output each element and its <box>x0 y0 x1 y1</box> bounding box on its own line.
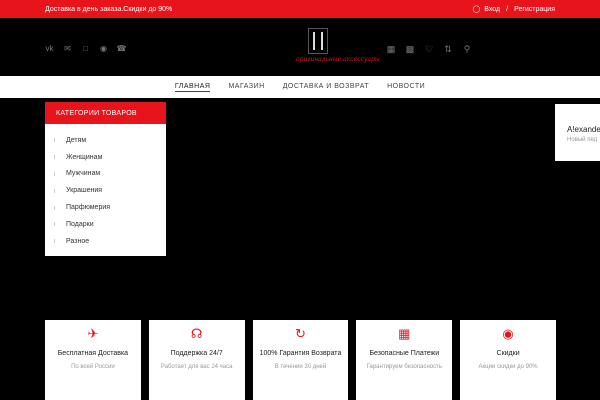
category-bullet-icon <box>54 188 58 193</box>
category-label: Детям <box>66 136 87 144</box>
feature-subtitle: Гарантируем безопасность <box>366 364 442 370</box>
category-label: Парфюмерия <box>66 204 111 212</box>
category-item[interactable]: Разное <box>45 233 166 250</box>
category-item[interactable]: Женщинам <box>45 149 166 166</box>
feature-title: 100% Гарантия Возврата <box>259 350 342 357</box>
feature-title: Безопасные Платежи <box>369 350 440 357</box>
mail-icon[interactable]: ✉ <box>63 44 72 53</box>
features-row: ✈ Бесплатная Доставка По всей России ☊ П… <box>45 320 556 400</box>
piggybank-icon: ◉ <box>502 326 514 341</box>
plane-icon: ✈ <box>87 326 99 341</box>
feature-subtitle: По всей России <box>71 364 115 370</box>
feature-subtitle: Работает для вас 24 часа <box>160 364 233 370</box>
category-label: Украшения <box>66 187 103 195</box>
compare-icon[interactable]: ⇅ <box>443 44 453 54</box>
user-icon: ◯ <box>472 6 481 13</box>
whatsapp-icon[interactable]: ☎ <box>117 44 127 53</box>
main-nav: ГЛАВНАЯ МАГАЗИН ДОСТАВКА И ВОЗВРАТ НОВОС… <box>0 76 600 98</box>
messenger-icon[interactable]: ◉ <box>99 44 108 53</box>
nav-shop[interactable]: МАГАЗИН <box>228 83 264 91</box>
refresh-icon: ↻ <box>295 326 306 341</box>
gift-icon: ▦ <box>398 326 411 341</box>
category-item[interactable]: Детям <box>45 132 166 149</box>
top-bar: Доставка в день заказа.Скидки до 90% ◯ В… <box>0 0 600 18</box>
vk-icon[interactable]: vk <box>45 44 54 53</box>
login-link[interactable]: Вход <box>484 6 500 13</box>
logo-mark-inner <box>313 32 323 50</box>
notification-popup[interactable]: A!exande Новый пед <box>555 104 600 161</box>
logo-text: оригинальные аксессуары <box>296 56 380 63</box>
logo[interactable]: оригинальные аксессуары <box>296 28 380 70</box>
category-item[interactable]: Украшения <box>45 182 166 199</box>
promo-text: Доставка в день заказа.Скидки до 90% <box>45 5 173 13</box>
header-tools: ▦ ▩ ♡ ⇅ ⚲ <box>386 44 472 54</box>
category-item[interactable]: Мужчинам <box>45 166 166 183</box>
grid-icon[interactable]: ▦ <box>386 44 396 54</box>
headset-icon: ☊ <box>190 326 203 341</box>
feature-card: ☊ Поддержка 24/7 Работает для вас 24 час… <box>148 320 245 400</box>
feature-title: Поддержка 24/7 <box>170 350 223 357</box>
categories-title: КАТЕГОРИИ ТОВАРОВ <box>45 102 166 124</box>
login-area: ◯ Вход / Регистрация <box>472 5 555 14</box>
category-item[interactable]: Парфюмерия <box>45 199 166 216</box>
categories-list: Детям Женщинам Мужчинам Украшения Парфюм… <box>45 124 166 250</box>
header: vk ✉ □ ◉ ☎ оригинальные аксессуары ▦ ▩ ♡… <box>0 18 600 76</box>
nav-delivery[interactable]: ДОСТАВКА И ВОЗВРАТ <box>283 83 369 91</box>
social-links: vk ✉ □ ◉ ☎ <box>45 44 127 53</box>
nav-home[interactable]: ГЛАВНАЯ <box>174 83 211 92</box>
cart-icon[interactable]: ▩ <box>405 44 415 54</box>
popup-name: A!exande <box>567 125 600 134</box>
category-bullet-icon <box>54 138 58 143</box>
category-bullet-icon <box>54 222 58 227</box>
category-bullet-icon <box>54 239 58 244</box>
category-label: Подарки <box>66 220 94 228</box>
categories-panel: КАТЕГОРИИ ТОВАРОВ Детям Женщинам Мужчина… <box>45 102 166 256</box>
feature-subtitle: В течении 30 дней <box>274 364 327 370</box>
heart-icon[interactable]: ♡ <box>424 44 434 54</box>
category-bullet-icon <box>54 155 58 160</box>
category-bullet-icon <box>54 205 58 210</box>
instagram-icon[interactable]: □ <box>81 44 90 53</box>
feature-title: Скидки <box>496 350 520 357</box>
category-bullet-icon <box>54 171 58 176</box>
register-link[interactable]: Регистрация <box>514 6 555 13</box>
search-icon[interactable]: ⚲ <box>462 44 472 54</box>
feature-title: Бесплатная Доставка <box>57 350 129 357</box>
category-item[interactable]: Подарки <box>45 216 166 233</box>
feature-subtitle: Акции скидки до 90% <box>478 364 538 370</box>
category-label: Разное <box>66 237 90 245</box>
popup-subtitle: Новый пед <box>567 137 598 143</box>
nav-news[interactable]: НОВОСТИ <box>387 83 425 91</box>
category-label: Мужчинам <box>66 170 101 178</box>
feature-card: ↻ 100% Гарантия Возврата В течении 30 дн… <box>252 320 349 400</box>
feature-card: ▦ Безопасные Платежи Гарантируем безопас… <box>356 320 453 400</box>
feature-card: ◉ Скидки Акции скидки до 90% <box>460 320 556 400</box>
feature-card: ✈ Бесплатная Доставка По всей России <box>45 320 141 400</box>
login-separator: / <box>506 5 509 13</box>
category-label: Женщинам <box>66 153 103 161</box>
